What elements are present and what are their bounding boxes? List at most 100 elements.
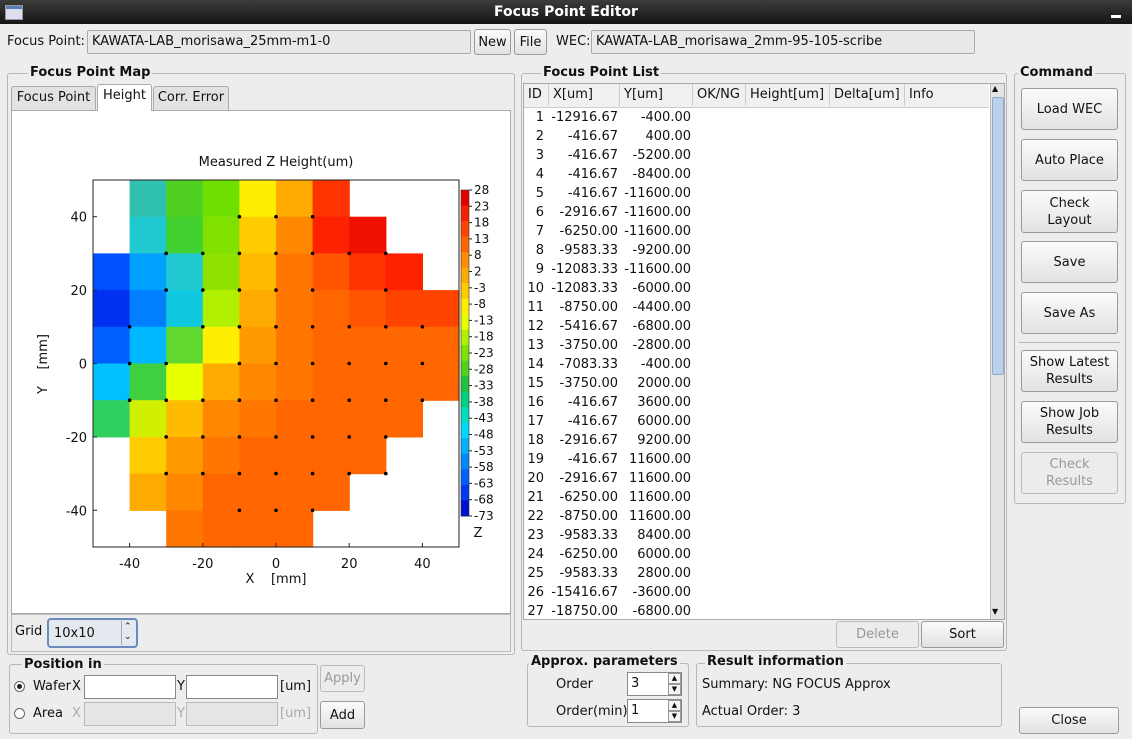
measure-point[interactable]	[274, 508, 278, 513]
measure-point[interactable]	[347, 435, 352, 439]
list-item[interactable]: 25 -9583.33 2800.00	[524, 564, 989, 583]
measure-point[interactable]	[274, 214, 278, 219]
measure-point[interactable]	[274, 251, 278, 256]
area-x-input[interactable]	[84, 702, 176, 726]
list-item[interactable]: 26 -15416.67 -3600.00	[524, 583, 989, 602]
list-item[interactable]: 8 -9583.33 -9200.00	[524, 241, 989, 260]
measure-point[interactable]	[310, 435, 315, 439]
list-item[interactable]: 16 -416.67 3600.00	[524, 393, 989, 412]
check-results-button[interactable]: Check Results	[1021, 452, 1118, 494]
measure-point[interactable]	[347, 471, 352, 476]
measure-point[interactable]	[347, 325, 352, 329]
list-item[interactable]: 1 -12916.67 -400.00	[524, 108, 989, 127]
list-item[interactable]: 2 -416.67 400.00	[524, 127, 989, 146]
list-item[interactable]: 13 -3750.00 -2800.00	[524, 336, 989, 355]
list-item[interactable]: 19 -416.67 11600.00	[524, 450, 989, 469]
measure-point[interactable]	[384, 471, 388, 476]
measure-point[interactable]	[347, 361, 352, 366]
list-item[interactable]: 11 -8750.00 -4400.00	[524, 298, 989, 317]
measure-point[interactable]	[420, 398, 425, 403]
list-item[interactable]: 14 -7083.33 -400.00	[524, 355, 989, 374]
apply-button[interactable]: Apply	[320, 665, 365, 692]
area-y-input[interactable]	[186, 702, 278, 726]
measure-point[interactable]	[347, 398, 352, 403]
list-item[interactable]: 5 -416.67 -11600.00	[524, 184, 989, 203]
load-wec-button[interactable]: Load WEC	[1021, 88, 1118, 130]
measure-point[interactable]	[237, 325, 242, 329]
measure-point[interactable]	[420, 325, 425, 329]
wafer-radio[interactable]	[14, 681, 25, 692]
measure-point[interactable]	[237, 435, 242, 439]
list-item[interactable]: 3 -416.67 -5200.00	[524, 146, 989, 165]
list-item[interactable]: 20 -2916.67 11600.00	[524, 469, 989, 488]
auto-place-button[interactable]: Auto Place	[1021, 139, 1118, 181]
measure-point[interactable]	[237, 251, 242, 256]
order-up-icon[interactable]: ▲	[668, 673, 681, 684]
list-scrollbar[interactable]: ▲ ▼	[990, 84, 1004, 619]
measure-point[interactable]	[274, 398, 278, 403]
measure-point[interactable]	[127, 325, 132, 329]
measure-point[interactable]	[164, 251, 168, 256]
header-delta[interactable]: Delta[um]	[830, 84, 905, 106]
delete-button[interactable]: Delete	[836, 621, 919, 648]
scroll-down-icon[interactable]: ▼	[992, 607, 998, 616]
order-min-up-icon[interactable]: ▲	[668, 700, 681, 711]
show-latest-results-button[interactable]: Show Latest Results	[1021, 350, 1118, 392]
measure-point[interactable]	[201, 471, 205, 476]
measure-point[interactable]	[237, 361, 242, 366]
add-button[interactable]: Add	[320, 701, 365, 729]
header-y[interactable]: Y[um]	[620, 84, 693, 106]
measure-point[interactable]	[310, 471, 315, 476]
measure-point[interactable]	[384, 251, 388, 256]
list-item[interactable]: 4 -416.67 -8400.00	[524, 165, 989, 184]
wafer-x-input[interactable]	[84, 675, 176, 699]
list-item[interactable]: 6 -2916.67 -11600.00	[524, 203, 989, 222]
list-item[interactable]: 7 -6250.00 -11600.00	[524, 222, 989, 241]
new-button[interactable]: New	[474, 29, 511, 55]
measure-point[interactable]	[201, 325, 205, 329]
window-menu-icon[interactable]	[5, 5, 23, 20]
tab-height[interactable]: Height	[97, 84, 152, 111]
order-min-down-icon[interactable]: ▼	[668, 711, 681, 722]
list-item[interactable]: 17 -416.67 6000.00	[524, 412, 989, 431]
scroll-up-icon[interactable]: ▲	[992, 84, 998, 93]
show-job-results-button[interactable]: Show Job Results	[1021, 401, 1118, 443]
wec-field[interactable]: KAWATA-LAB_morisawa_2mm-95-105-scribe	[591, 30, 975, 54]
order-spinbox[interactable]: 3 ▲ ▼	[627, 672, 682, 696]
file-button[interactable]: File	[514, 29, 547, 55]
measure-point[interactable]	[384, 435, 388, 439]
sort-button[interactable]: Sort	[921, 621, 1004, 648]
measure-point[interactable]	[237, 214, 242, 219]
order-down-icon[interactable]: ▼	[668, 684, 681, 695]
measure-point[interactable]	[310, 288, 315, 292]
measure-point[interactable]	[384, 325, 388, 329]
header-id[interactable]: ID	[524, 84, 549, 106]
measure-point[interactable]	[310, 325, 315, 329]
save-as-button[interactable]: Save As	[1021, 292, 1118, 334]
area-radio[interactable]	[14, 708, 25, 719]
measure-point[interactable]	[164, 398, 168, 403]
measure-point[interactable]	[201, 288, 205, 292]
measure-point[interactable]	[310, 508, 315, 513]
measure-point[interactable]	[347, 251, 352, 256]
measure-point[interactable]	[420, 361, 425, 366]
wafer-y-input[interactable]	[186, 675, 278, 699]
list-item[interactable]: 10 -12083.33 -6000.00	[524, 279, 989, 298]
list-item[interactable]: 24 -6250.00 6000.00	[524, 545, 989, 564]
measure-point[interactable]	[310, 398, 315, 403]
measure-point[interactable]	[164, 361, 168, 366]
measure-point[interactable]	[384, 398, 388, 403]
order-min-spinbox[interactable]: 1 ▲ ▼	[627, 699, 682, 723]
header-x[interactable]: X[um]	[549, 84, 620, 106]
measure-point[interactable]	[237, 471, 242, 476]
check-layout-button[interactable]: Check Layout	[1021, 190, 1118, 233]
measure-point[interactable]	[274, 435, 278, 439]
measure-point[interactable]	[164, 288, 168, 292]
measure-point[interactable]	[310, 361, 315, 366]
measure-point[interactable]	[274, 471, 278, 476]
measure-point[interactable]	[274, 361, 278, 366]
grid-select[interactable]: 10x10 ⌃ ⌄	[47, 618, 138, 648]
focus-point-field[interactable]: KAWATA-LAB_morisawa_25mm-m1-0	[87, 30, 471, 54]
list-item[interactable]: 21 -6250.00 11600.00	[524, 488, 989, 507]
header-height[interactable]: Height[um]	[746, 84, 830, 106]
